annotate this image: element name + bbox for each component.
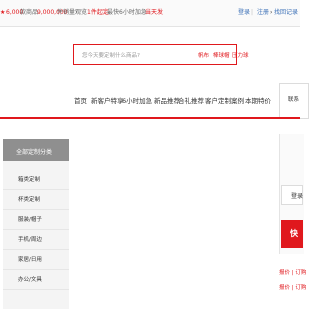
sales-label: 件销量观览 [57,9,88,16]
hot-word-canvas[interactable]: 帆布 [198,51,209,59]
promo-prefix: 最快6小时加急 [107,9,147,16]
sidebar-item-label: 杯类定制 [18,197,41,203]
lead-time: 1件起定 [87,9,109,16]
category-header[interactable]: 全部定制分类 [3,139,69,161]
top-separator: | [251,9,254,16]
quote-link-2[interactable]: 报价 | 订购 [279,283,306,291]
hot-word-cap[interactable]: 棒球帽 [213,51,230,59]
arrow-icon: › [270,9,273,16]
sidebar-item-label: 服装/帽子 [18,217,42,223]
fast-order-label: 快 [290,229,298,238]
login-button-label: 登录 [291,193,304,200]
nav-rush[interactable]: 6小时加急 [122,95,152,105]
sidebar-item-office[interactable]: 办公/文具 [3,270,69,290]
contact-label: 联系 [288,97,300,103]
nav-gifts[interactable]: 合礼推荐 [178,95,204,105]
nav-new-products[interactable]: 新品推荐 [154,95,180,105]
sidebar-item-home[interactable]: 家居/日用 [3,250,69,270]
nav-home[interactable]: 首页 [74,95,87,105]
sidebar-item-phone[interactable]: 手机/周边 [3,230,69,250]
main-nav: 首页 新客户特享 6小时加急 新品推荐 合礼推荐 客户定制案例 本期特价 [0,95,300,109]
sidebar-item-label: 办公/文具 [18,277,42,283]
nav-cases[interactable]: 客户定制案例 [205,95,244,105]
sidebar-item-apparel[interactable]: 服装/帽子 [3,210,69,230]
star-icon: ★ [0,9,6,16]
promo-suffix: 当天发 [145,9,164,16]
register-link[interactable]: 注册 [257,9,269,17]
login-button[interactable]: 登录 [281,185,303,205]
login-link[interactable]: 登录 [238,9,250,17]
sidebar-item-cups[interactable]: 杯类定制 [3,190,69,210]
nav-underline [0,117,300,119]
history-link[interactable]: 找回记录 [274,9,298,17]
sidebar-item-label: 手机/周边 [18,237,42,243]
quote-link-1[interactable]: 报价 | 订购 [279,268,306,276]
category-header-label: 全部定制分类 [16,149,53,156]
sidebar-item-label: 箱类定制 [18,177,41,183]
nav-specials[interactable]: 本期特价 [245,95,271,105]
products-label: 款商品 [20,9,39,16]
search-placeholder: 您今天要定制什么商品? [82,53,140,59]
contact-box[interactable]: 联系 [279,83,309,119]
fast-order-button[interactable]: 快 [281,220,303,248]
sidebar-item-bags[interactable]: 箱类定制 [3,170,69,190]
hot-word-stress-ball[interactable]: 压力球 [232,51,249,59]
nav-new-customer[interactable]: 新客户特享 [91,95,124,105]
sidebar-item-label: 家居/日用 [18,257,42,263]
